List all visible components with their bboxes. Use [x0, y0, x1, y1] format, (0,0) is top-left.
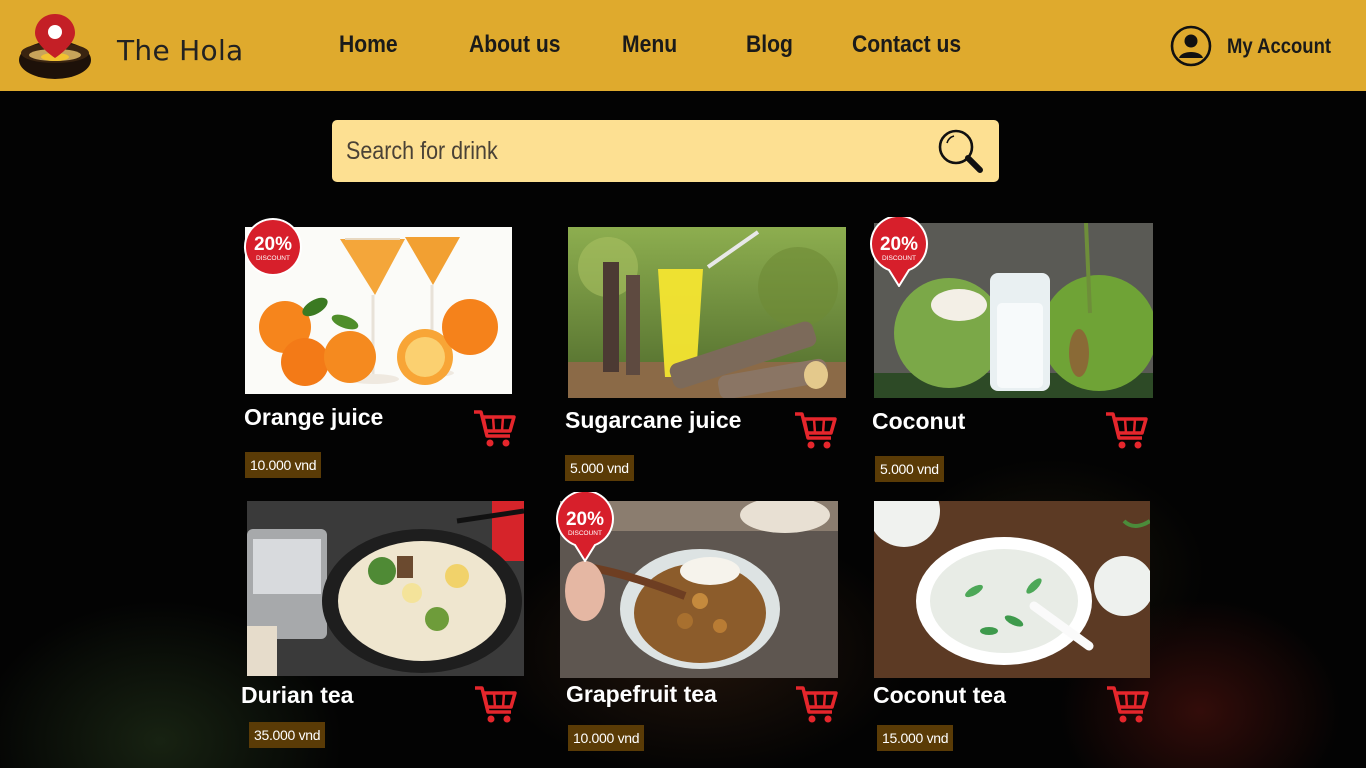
product-image-coconut-tea[interactable]	[874, 501, 1150, 678]
discount-badge-grapefruit-tea: 20% DISCOUNT	[556, 492, 614, 562]
svg-text:20%: 20%	[880, 234, 918, 255]
nav-home[interactable]: Home	[339, 31, 398, 59]
brand-name[interactable]: The Hola	[117, 34, 244, 67]
svg-text:DISCOUNT: DISCOUNT	[568, 530, 602, 537]
discount-badge-orange-juice: 20% DISCOUNT	[243, 218, 302, 276]
svg-text:20%: 20%	[566, 509, 604, 530]
my-account-link[interactable]: My Account	[1227, 35, 1331, 59]
product-price-coconut-tea: 15.000 vnd	[877, 725, 954, 751]
nav-menu[interactable]: Menu	[622, 31, 677, 59]
site-header: The Hola Home About us Menu Blog Contact…	[0, 0, 1366, 91]
discount-badge-coconut: 20% DISCOUNT	[870, 217, 928, 287]
nav-contact-us[interactable]: Contact us	[852, 31, 961, 59]
cart-icon[interactable]	[1104, 410, 1148, 450]
cart-icon[interactable]	[793, 410, 837, 450]
product-price-orange-juice: 10.000 vnd	[245, 452, 322, 478]
product-name-orange-juice[interactable]: Orange juice	[244, 404, 383, 431]
logo-icon[interactable]	[18, 12, 92, 80]
product-price-sugarcane-juice: 5.000 vnd	[565, 455, 634, 481]
user-circle-icon[interactable]	[1170, 25, 1212, 67]
cart-icon[interactable]	[1105, 684, 1149, 724]
cart-icon[interactable]	[794, 684, 838, 724]
product-price-coconut: 5.000 vnd	[875, 456, 944, 482]
product-name-sugarcane-juice[interactable]: Sugarcane juice	[565, 407, 741, 434]
product-name-coconut[interactable]: Coconut	[872, 408, 965, 435]
cart-icon[interactable]	[473, 684, 517, 724]
nav-about-us[interactable]: About us	[469, 31, 561, 59]
search-input[interactable]	[346, 130, 845, 172]
svg-text:20%: 20%	[254, 234, 292, 255]
search-icon[interactable]	[936, 127, 984, 175]
nav-blog[interactable]: Blog	[746, 31, 793, 59]
product-price-durian-tea: 35.000 vnd	[249, 722, 326, 748]
svg-text:DISCOUNT: DISCOUNT	[882, 255, 916, 262]
svg-text:DISCOUNT: DISCOUNT	[256, 255, 290, 262]
cart-icon[interactable]	[472, 408, 516, 448]
product-price-grapefruit-tea: 10.000 vnd	[568, 725, 645, 751]
product-name-coconut-tea[interactable]: Coconut tea	[873, 682, 1006, 709]
search-bar	[332, 120, 999, 182]
product-image-durian-tea[interactable]	[247, 501, 524, 676]
product-name-grapefruit-tea[interactable]: Grapefruit tea	[566, 681, 717, 708]
product-image-sugarcane-juice[interactable]	[568, 227, 846, 398]
product-name-durian-tea[interactable]: Durian tea	[241, 682, 353, 709]
